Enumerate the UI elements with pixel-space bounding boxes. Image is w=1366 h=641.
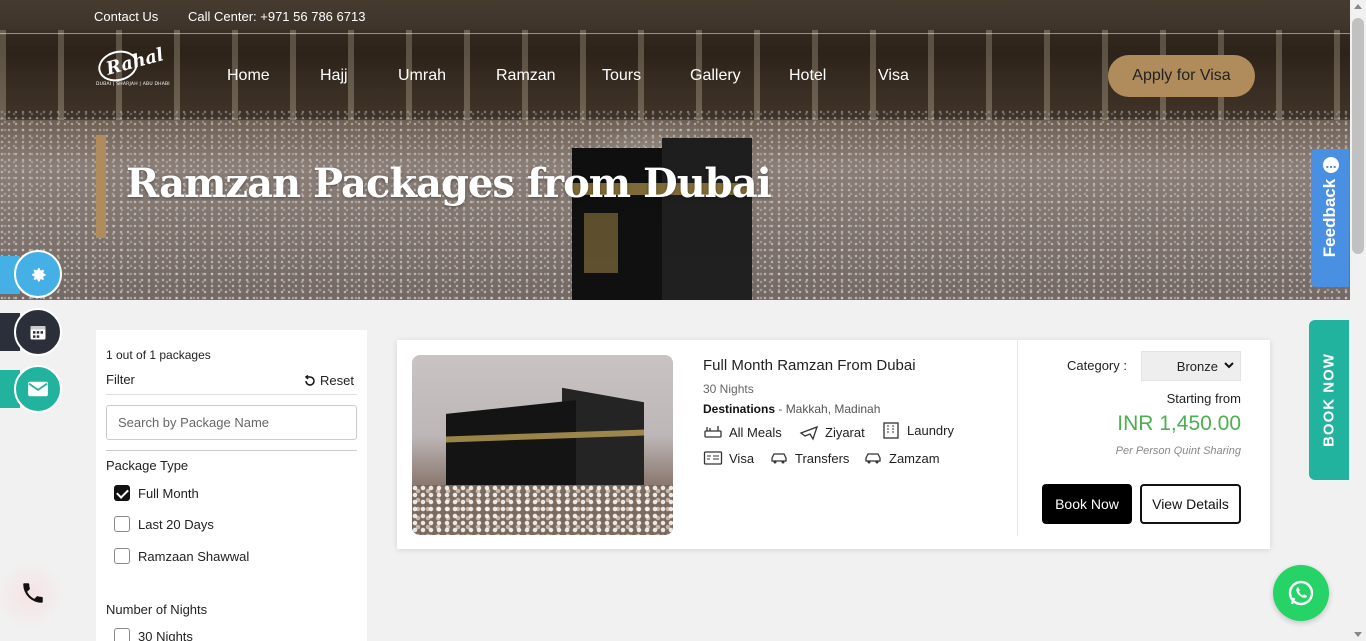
category-label: Category :	[1067, 358, 1127, 373]
id-card-icon	[703, 451, 723, 465]
meals-icon	[704, 426, 722, 438]
checkbox-ramzaan-shawwal[interactable]	[114, 548, 130, 564]
price-note: Per Person Quint Sharing	[1115, 445, 1241, 457]
nav-home[interactable]: Home	[227, 67, 270, 85]
package-price: INR 1,450.00	[1117, 412, 1241, 435]
nav-hotel[interactable]: Hotel	[789, 67, 826, 85]
package-nights: 30 Nights	[703, 382, 754, 396]
feedback-label: Feedback	[1320, 178, 1339, 258]
nav-ramzan[interactable]: Ramzan	[496, 67, 556, 85]
amenity-zamzam: Zamzam	[863, 449, 940, 467]
view-details-button[interactable]: View Details	[1140, 484, 1241, 524]
book-now-button[interactable]: Book Now	[1042, 484, 1132, 524]
scroll-up-arrow-icon[interactable]	[1354, 4, 1362, 9]
nav-visa[interactable]: Visa	[878, 67, 909, 85]
nav-tours[interactable]: Tours	[602, 67, 641, 85]
book-now-side-label: BOOK NOW	[1320, 353, 1338, 447]
package-type-option[interactable]: Ramzaan Shawwal	[114, 548, 249, 564]
package-name[interactable]: Full Month Ramzan From Dubai	[703, 357, 916, 374]
car-icon	[865, 453, 881, 464]
call-center-text[interactable]: Call Center: +971 56 786 6713	[188, 9, 365, 24]
hero-banner: Contact Us Call Center: +971 56 786 6713…	[0, 0, 1350, 300]
chevron-down-icon	[1224, 362, 1234, 369]
category-select[interactable]: Bronze	[1141, 351, 1241, 381]
car-icon	[771, 453, 787, 464]
package-destinations: Destinations - Makkah, Madinah	[703, 402, 881, 416]
nav-hajj[interactable]: Hajj	[320, 67, 348, 85]
package-count: 1 out of 1 packages	[106, 348, 211, 362]
reset-button[interactable]: Reset	[304, 373, 354, 388]
package-image[interactable]	[412, 355, 673, 535]
package-search-input[interactable]	[106, 405, 357, 440]
contact-us-link[interactable]: Contact Us	[94, 9, 158, 24]
checkbox-last-20-days[interactable]	[114, 516, 130, 532]
top-bar: Contact Us Call Center: +971 56 786 6713	[0, 0, 1350, 34]
gear-icon[interactable]	[14, 250, 62, 298]
amenity-visa: Visa	[703, 449, 754, 467]
phone-icon[interactable]	[20, 580, 46, 606]
calendar-icon[interactable]	[14, 308, 62, 356]
checkbox-full-month[interactable]	[114, 485, 130, 501]
apply-for-visa-button[interactable]: Apply for Visa	[1108, 55, 1255, 97]
filter-label: Filter	[106, 372, 135, 387]
main-nav: Rahal DUBAI | SHARJAH | ABU DHABI Home H…	[0, 35, 1350, 118]
book-now-side-tab[interactable]: BOOK NOW	[1309, 320, 1349, 480]
scroll-down-arrow-icon[interactable]	[1354, 632, 1362, 637]
reset-icon	[304, 374, 315, 386]
plane-icon	[799, 425, 819, 441]
amenity-transfers: Transfers	[769, 449, 849, 467]
feedback-tab[interactable]: … Feedback	[1311, 149, 1349, 287]
nights-heading: Number of Nights	[106, 602, 208, 617]
building-icon	[883, 422, 899, 439]
page-scrollbar[interactable]	[1350, 0, 1366, 641]
package-type-option[interactable]: Full Month	[114, 485, 199, 501]
envelope-icon[interactable]	[14, 365, 62, 413]
title-accent-bar	[96, 135, 106, 238]
scrollbar-thumb[interactable]	[1352, 18, 1364, 254]
nights-option[interactable]: 30 Nights	[114, 628, 193, 641]
package-type-heading: Package Type	[106, 458, 189, 473]
checkbox-30-nights[interactable]	[114, 628, 130, 641]
package-card: Full Month Ramzan From Dubai 30 Nights D…	[397, 340, 1270, 549]
nav-gallery[interactable]: Gallery	[690, 67, 741, 85]
package-type-option[interactable]: Last 20 Days	[114, 516, 214, 532]
amenity-all-meals: All Meals	[703, 423, 782, 441]
nav-umrah[interactable]: Umrah	[398, 67, 446, 85]
whatsapp-icon[interactable]	[1273, 565, 1329, 621]
starting-from-label: Starting from	[1166, 391, 1241, 406]
feedback-bubble-icon: …	[1323, 157, 1339, 173]
page-title: Ramzan Packages from Dubai	[126, 160, 772, 207]
amenity-ziyarat: Ziyarat	[799, 423, 865, 441]
site-logo[interactable]: Rahal DUBAI | SHARJAH | ABU DHABI	[94, 44, 176, 95]
filter-panel: 1 out of 1 packages Filter Reset Package…	[96, 330, 367, 641]
amenity-laundry: Laundry	[881, 421, 954, 439]
